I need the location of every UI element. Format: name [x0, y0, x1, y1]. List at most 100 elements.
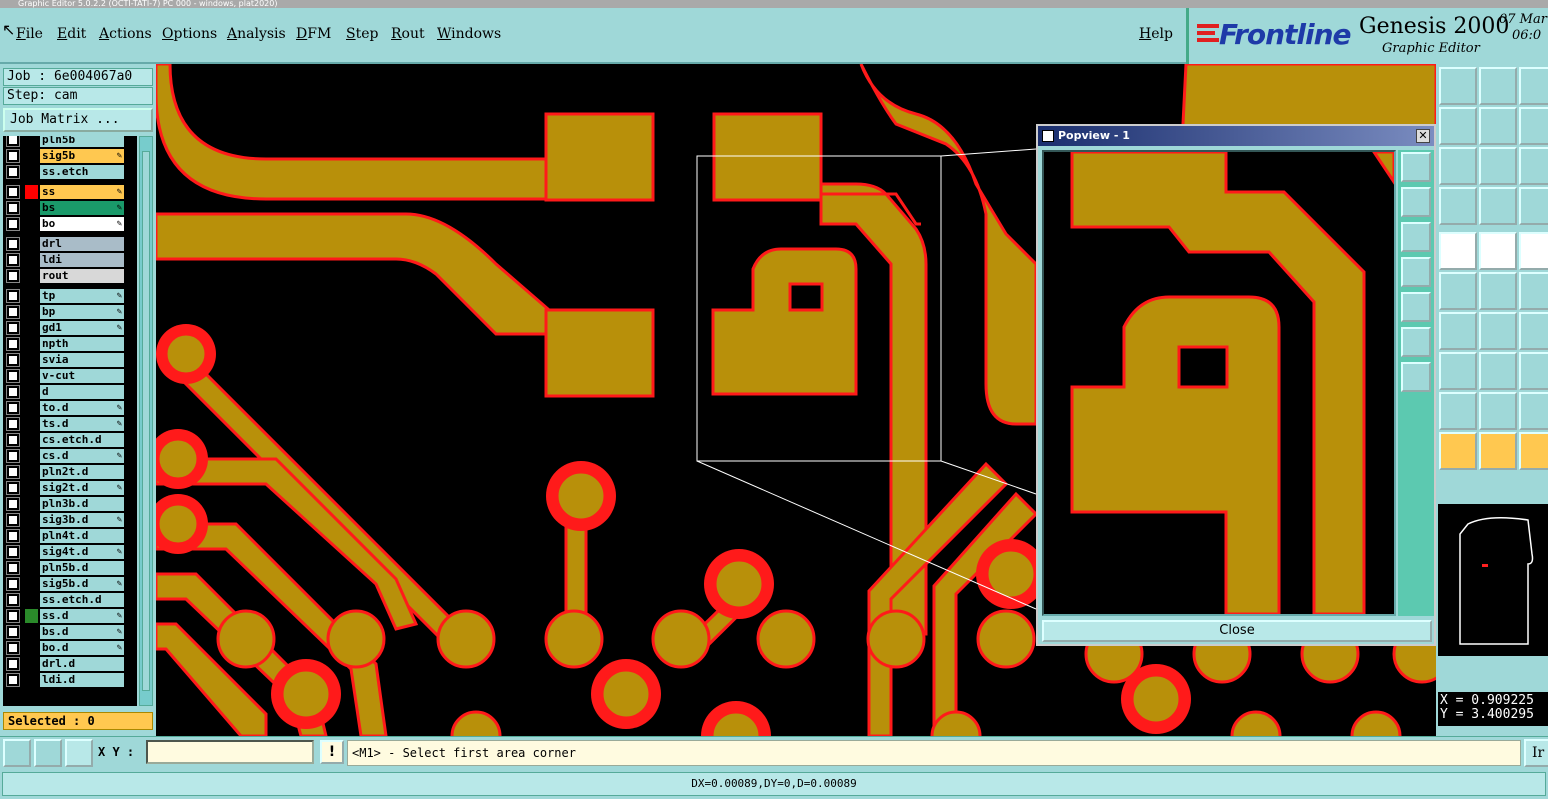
- triangle-edge-tool-icon[interactable]: [1519, 392, 1548, 430]
- layer-display-checkbox[interactable]: [6, 449, 20, 463]
- layer-display-checkbox[interactable]: [6, 185, 20, 199]
- layer-display-checkbox[interactable]: [6, 593, 20, 607]
- dimension-tool-icon[interactable]: [1519, 352, 1548, 390]
- layer-row[interactable]: ss.d ✎: [3, 608, 137, 624]
- layer-name[interactable]: sig2t.d ✎: [40, 481, 124, 495]
- layer-row[interactable]: ldi: [3, 252, 137, 268]
- layer-color-swatch[interactable]: [25, 561, 38, 575]
- layer-color-swatch[interactable]: [25, 577, 38, 591]
- zoom-window-icon[interactable]: [3, 739, 31, 767]
- zoom-area-icon[interactable]: [34, 739, 62, 767]
- pan-right-tool-icon[interactable]: [1479, 107, 1517, 145]
- menu-actions[interactable]: Actions: [99, 26, 152, 42]
- layer-color-swatch[interactable]: [25, 401, 38, 415]
- warning-button[interactable]: !: [320, 740, 344, 764]
- menu-help[interactable]: Help: [1139, 26, 1173, 42]
- line-diagonal-tool-icon[interactable]: [1479, 312, 1517, 350]
- layer-display-checkbox[interactable]: [6, 269, 20, 283]
- layer-name[interactable]: gd1 ✎: [40, 321, 124, 335]
- layer-display-checkbox[interactable]: [6, 545, 20, 559]
- layer-display-checkbox[interactable]: [6, 433, 20, 447]
- job-matrix-button[interactable]: Job Matrix ...: [3, 108, 153, 132]
- layer-row[interactable]: pln4t.d: [3, 528, 137, 544]
- layer-color-swatch[interactable]: [25, 449, 38, 463]
- layer-row[interactable]: ss.etch: [3, 164, 137, 180]
- select-pointer-tool-icon[interactable]: [1439, 432, 1477, 470]
- snap-vertex-tool-icon[interactable]: [1439, 272, 1477, 310]
- layer-row[interactable]: drl: [3, 236, 137, 252]
- triangle-vertex-tool-icon[interactable]: [1479, 392, 1517, 430]
- snap-angle-tool-icon[interactable]: [1519, 272, 1548, 310]
- layer-display-checkbox[interactable]: [6, 561, 20, 575]
- board-minimap[interactable]: [1438, 504, 1548, 656]
- zoom-out-tool-icon[interactable]: [1439, 147, 1477, 185]
- layer-name[interactable]: d: [40, 385, 124, 399]
- layer-name[interactable]: pln2t.d: [40, 465, 124, 479]
- layer-name[interactable]: bs ✎: [40, 201, 124, 215]
- layer-color-swatch[interactable]: [25, 497, 38, 511]
- layer-color-swatch[interactable]: [25, 269, 38, 283]
- layer-display-checkbox[interactable]: [6, 529, 20, 543]
- layer-name[interactable]: tp ✎: [40, 289, 124, 303]
- popview-canvas[interactable]: [1042, 150, 1396, 616]
- layer-name[interactable]: pln5b: [40, 136, 124, 147]
- layer-name[interactable]: pln4t.d: [40, 529, 124, 543]
- grid-snap-icon[interactable]: [65, 739, 93, 767]
- layer-color-swatch[interactable]: [25, 513, 38, 527]
- layer-scrollbar[interactable]: [139, 136, 153, 706]
- layer-row[interactable]: svia: [3, 352, 137, 368]
- layer-scrollbar-thumb[interactable]: [142, 151, 150, 691]
- layer-display-checkbox[interactable]: [6, 577, 20, 591]
- layer-row[interactable]: bs ✎: [3, 200, 137, 216]
- measure-tool-icon[interactable]: [1439, 187, 1477, 225]
- menu-windows[interactable]: Windows: [437, 26, 501, 42]
- layer-row[interactable]: cs.d ✎: [3, 448, 137, 464]
- layer-row[interactable]: rout: [3, 268, 137, 284]
- layer-name[interactable]: sig5b.d ✎: [40, 577, 124, 591]
- pan-down-tool-icon[interactable]: [1479, 67, 1517, 105]
- pan-left-tool-icon[interactable]: [1439, 107, 1477, 145]
- snap-intersect-tool-icon[interactable]: [1479, 272, 1517, 310]
- popview-zoom-fit-button[interactable]: [1401, 152, 1431, 182]
- popview-pan-left-button[interactable]: [1401, 257, 1431, 287]
- layer-color-swatch[interactable]: [25, 529, 38, 543]
- layer-name[interactable]: ss ✎: [40, 185, 124, 199]
- xy-input[interactable]: [146, 740, 314, 764]
- layer-name[interactable]: sig3b.d ✎: [40, 513, 124, 527]
- layer-name[interactable]: bo.d ✎: [40, 641, 124, 655]
- layer-row[interactable]: bp ✎: [3, 304, 137, 320]
- close-icon[interactable]: ✕: [1416, 129, 1430, 143]
- layer-display-checkbox[interactable]: [6, 385, 20, 399]
- rotate-tool-icon[interactable]: [1519, 312, 1548, 350]
- layer-display-checkbox[interactable]: [6, 369, 20, 383]
- menu-dfm[interactable]: DFM: [296, 26, 331, 42]
- layer-name[interactable]: ldi: [40, 253, 124, 267]
- layer-name[interactable]: to.d ✎: [40, 401, 124, 415]
- layer-name[interactable]: ss.d ✎: [40, 609, 124, 623]
- layer-row[interactable]: bo.d ✎: [3, 640, 137, 656]
- layer-display-checkbox[interactable]: [6, 417, 20, 431]
- probe-tool-icon[interactable]: [1479, 187, 1517, 225]
- layer-color-swatch[interactable]: [25, 321, 38, 335]
- layer-row[interactable]: cs.etch.d: [3, 432, 137, 448]
- layer-display-checkbox[interactable]: [6, 673, 20, 687]
- layer-display-checkbox[interactable]: [6, 237, 20, 251]
- layer-color-swatch[interactable]: [25, 201, 38, 215]
- layer-row[interactable]: pln3b.d: [3, 496, 137, 512]
- layer-row[interactable]: pln5b.d: [3, 560, 137, 576]
- line-horizontal-tool-icon[interactable]: [1479, 352, 1517, 390]
- mode-button[interactable]: Ir: [1524, 739, 1548, 767]
- layer-row[interactable]: v-cut: [3, 368, 137, 384]
- layer-color-swatch[interactable]: [25, 185, 38, 199]
- layer-name[interactable]: pln3b.d: [40, 497, 124, 511]
- layer-name[interactable]: drl.d: [40, 657, 124, 671]
- zoom-1to1-tool-icon[interactable]: [1519, 147, 1548, 185]
- layer-row[interactable]: ss ✎: [3, 184, 137, 200]
- layer-display-checkbox[interactable]: [6, 201, 20, 215]
- layer-color-swatch[interactable]: [25, 353, 38, 367]
- layer-display-checkbox[interactable]: [6, 217, 20, 231]
- layer-color-swatch[interactable]: [25, 305, 38, 319]
- layer-name[interactable]: cs.d ✎: [40, 449, 124, 463]
- layer-row[interactable]: ts.d ✎: [3, 416, 137, 432]
- menu-options[interactable]: Options: [162, 26, 217, 42]
